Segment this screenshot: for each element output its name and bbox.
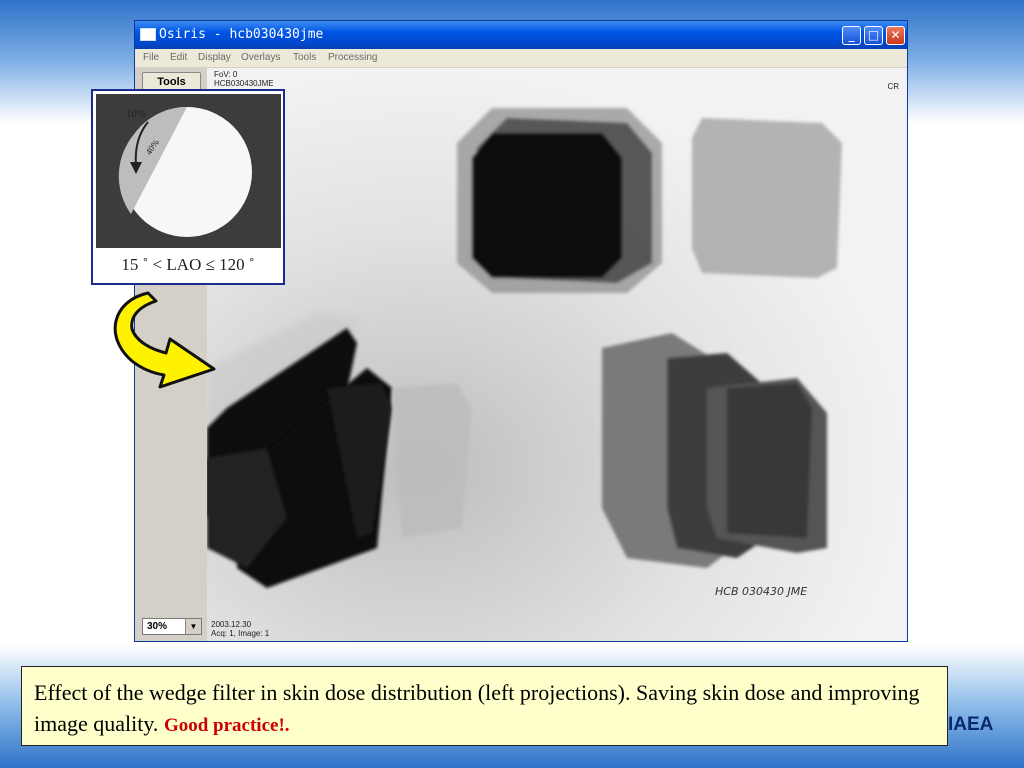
- maximize-button[interactable]: □: [864, 26, 883, 45]
- menu-processing[interactable]: Processing: [328, 52, 377, 63]
- title-bar[interactable]: Osiris - hcb030430jme _ □ ✕: [135, 21, 907, 49]
- menu-overlays[interactable]: Overlays: [241, 52, 280, 63]
- overlay-bottom-left: 2003.12.30 Acq: 1, Image: 1: [211, 620, 269, 638]
- overlay-acquisition: Acq: 1, Image: 1: [211, 629, 270, 638]
- minimize-button[interactable]: _: [842, 26, 861, 45]
- menu-display[interactable]: Display: [198, 52, 231, 63]
- overlay-date: 2003.12.30: [211, 620, 252, 629]
- top-center-plates: [457, 108, 662, 293]
- overlay-patient-id: HCB030430JME: [214, 79, 274, 88]
- label-10-percent: 10%: [126, 108, 147, 120]
- inset-caption: 15 ˚ < LAO ≤ 120 ˚: [121, 255, 255, 274]
- image-viewer[interactable]: HCB 030430 JME FoV: 0 HCB030430JME CR 20…: [207, 68, 907, 641]
- overlay-modality: CR: [887, 82, 899, 91]
- menu-bar: File Edit Display Overlays Tools Process…: [135, 49, 907, 67]
- menu-tools[interactable]: Tools: [293, 52, 316, 63]
- caption-highlight: Good practice!.: [163, 715, 290, 736]
- dropdown-arrow-icon[interactable]: ▼: [185, 619, 201, 634]
- overlay-fov: FoV: 0: [214, 70, 238, 79]
- yellow-arrow-icon: [113, 291, 216, 389]
- wedge-filter-photo: 10% 40%: [96, 94, 281, 248]
- menu-file[interactable]: File: [143, 52, 159, 63]
- handwritten-label: HCB 030430 JME: [715, 585, 807, 598]
- wedge-filter-inset: 10% 40% 15 ˚ < LAO ≤ 120 ˚: [91, 89, 285, 285]
- top-right-plate: [692, 118, 842, 278]
- zoom-value: 30%: [147, 621, 168, 632]
- menu-edit[interactable]: Edit: [170, 52, 187, 63]
- close-button[interactable]: ✕: [886, 26, 905, 45]
- iaea-logo: IAEA: [948, 714, 994, 735]
- window-title: Osiris - hcb030430jme: [159, 27, 324, 42]
- app-icon: [140, 28, 156, 41]
- caption-box: Effect of the wedge filter in skin dose …: [21, 666, 948, 746]
- zoom-select[interactable]: 30% ▼: [142, 618, 202, 635]
- xray-image: HCB 030430 JME: [207, 68, 907, 641]
- overlay-top-left: FoV: 0 HCB030430JME: [214, 70, 274, 88]
